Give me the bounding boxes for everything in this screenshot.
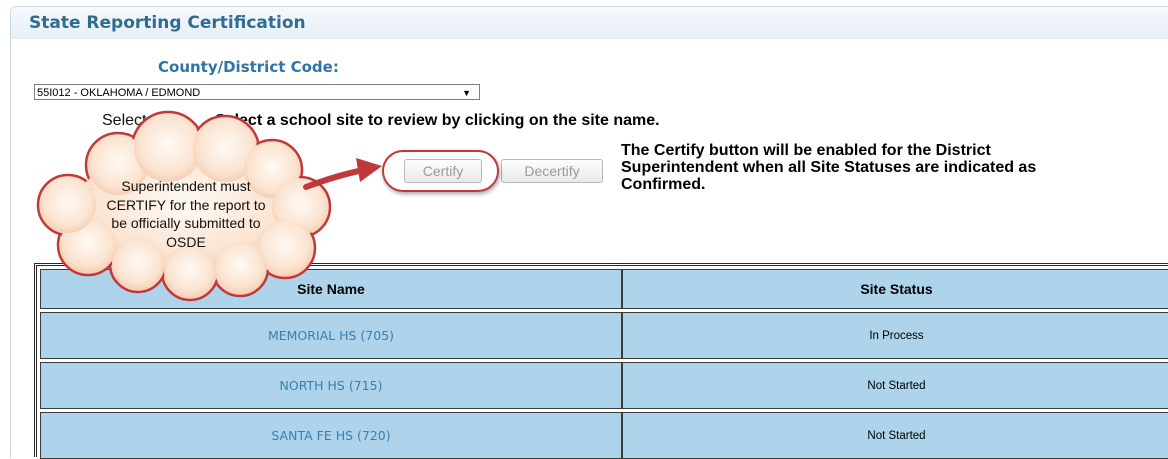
callout-line: CERTIFY for the report to: [106, 196, 266, 213]
callout-text: Superintendent must CERTIFY for the repo…: [92, 177, 280, 251]
callout-line: OSDE: [166, 233, 206, 250]
callout-line: Superintendent must: [121, 178, 251, 194]
callout-arrow-icon: [303, 158, 382, 190]
callout-line: be officially submitted to: [111, 215, 261, 231]
